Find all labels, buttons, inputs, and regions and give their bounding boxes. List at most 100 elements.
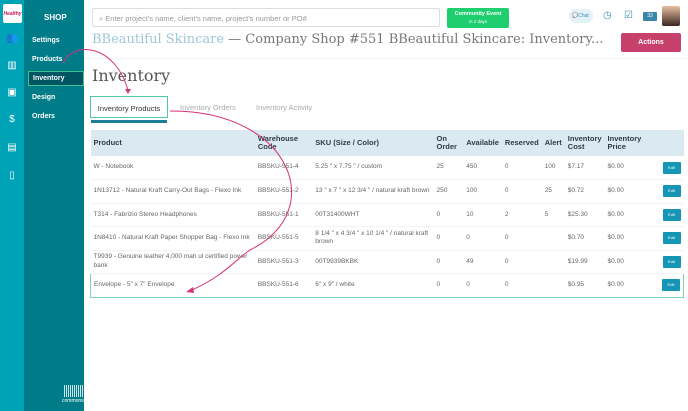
table-cell: BBSKU-551-4	[254, 156, 313, 180]
table-cell: $0.70	[564, 226, 605, 251]
table-cell: 5.25 " x 7.75 " / custom	[312, 156, 434, 180]
column-header[interactable]: Reserved	[501, 130, 542, 156]
table-cell: 0	[501, 250, 542, 274]
table-cell: 13 " x 7 " x 12 3/4 " / natural kraft br…	[312, 179, 434, 204]
table-cell: 25	[541, 179, 565, 204]
table-cell: 00T31400WHT	[312, 203, 434, 227]
community-event-button[interactable]: Community Event in 2 days	[447, 8, 509, 28]
table-cell: 0	[433, 203, 464, 227]
edit-cell: Edit	[646, 226, 684, 251]
table-row: 1N8410 - Natural Kraft Paper Shopper Bag…	[90, 226, 684, 251]
page-heading: BBeautiful Skincare — Company Shop #551 …	[92, 32, 604, 47]
icon-rail: Healthy 👥 ▥ ▣ $ ▤ ▯	[0, 0, 24, 411]
page-title: Inventory	[92, 66, 171, 85]
table-cell: 0	[463, 273, 502, 298]
edit-button[interactable]: Edit	[662, 185, 681, 198]
book-icon[interactable]: ▯	[6, 170, 18, 182]
column-header[interactable]: Product	[90, 130, 255, 156]
chart-icon[interactable]: ▥	[6, 60, 18, 72]
column-header[interactable]: Inventory Cost	[564, 130, 605, 156]
edit-button[interactable]: Edit	[662, 255, 681, 268]
table-row: 1N13712 - Natural Kraft Carry-Out Bags -…	[90, 179, 684, 204]
edit-cell: Edit	[646, 156, 684, 180]
table-cell: BBSKU-551-3	[254, 250, 313, 274]
chat-button[interactable]: 💬Chat	[569, 9, 593, 23]
edit-cell: Edit	[646, 203, 684, 227]
table-cell: 100	[463, 179, 502, 204]
column-header[interactable]: Alert	[541, 130, 565, 156]
nav-products[interactable]: Products	[32, 56, 62, 63]
edit-button[interactable]: Edit	[662, 232, 681, 245]
column-header[interactable]: On Order	[433, 130, 464, 156]
nav-orders[interactable]: Orders	[32, 113, 55, 120]
edit-button[interactable]: Edit	[662, 208, 681, 221]
table-cell: BBSKU-551-6	[254, 273, 313, 298]
table-cell: 0	[501, 156, 542, 180]
tab-inventory-products[interactable]: Inventory Products	[90, 96, 168, 118]
table-cell: 100	[541, 156, 565, 180]
calendar-icon[interactable]: ▣	[6, 87, 18, 99]
table-cell: 25	[433, 156, 464, 180]
table-cell: Envelope - 5" x 7" Envelope	[89, 273, 255, 298]
table-cell: 10	[463, 203, 502, 227]
table-cell: 0	[501, 273, 542, 298]
edit-button[interactable]: Edit	[662, 279, 680, 292]
table-cell: 0	[433, 226, 464, 251]
client-link[interactable]: BBeautiful Skincare	[92, 32, 224, 47]
table-cell	[541, 226, 565, 251]
table-row: W - Notebook BBSKU-551-4 5.25 " x 7.75 " /…	[90, 156, 684, 180]
building-icon[interactable]: ▤	[6, 142, 18, 154]
company-logo[interactable]: Healthy	[3, 4, 22, 23]
table-cell: 0	[463, 226, 502, 251]
table-cell: BBSKU-551-1	[254, 203, 313, 227]
inventory-table: Product Warehouse Code SKU (Size / Color) O…	[89, 130, 684, 298]
tab-inventory-activity[interactable]: Inventory Activity	[256, 96, 312, 118]
table-cell: $25.30	[564, 203, 605, 227]
nav-design[interactable]: Design	[32, 94, 55, 101]
column-header[interactable]: Inventory Price	[604, 130, 647, 156]
column-header[interactable]: Warehouse Code	[254, 130, 313, 156]
column-header[interactable]: Available	[463, 130, 502, 156]
table-cell: W - Notebook	[90, 156, 255, 180]
divider	[84, 58, 688, 59]
table-cell: 5	[541, 203, 565, 227]
table-cell: 8 1/4 " x 4 3/4 " x 10 1/4 " / natural k…	[312, 226, 434, 251]
commonsku-logo	[64, 385, 94, 397]
table-cell: 0	[501, 226, 542, 251]
notifications-badge[interactable]: 33	[643, 12, 657, 21]
users-icon[interactable]: 👥	[6, 33, 18, 45]
avatar[interactable]	[662, 6, 680, 26]
table-cell: $7.17	[564, 156, 605, 180]
actions-button[interactable]: Actions	[621, 33, 681, 52]
table-cell: $0.00	[604, 250, 647, 274]
dollar-icon[interactable]: $	[6, 114, 18, 126]
tasks-icon[interactable]: ☑	[624, 10, 633, 21]
shop-nav: SHOP Settings Products Inventory Design …	[24, 0, 94, 411]
table-cell: $19.99	[564, 250, 605, 274]
table-cell: 250	[433, 179, 464, 204]
table-cell: $0.95	[564, 273, 605, 298]
table-cell: T314 - Fabrizio Stereo Headphones	[90, 203, 255, 227]
table-cell	[541, 273, 565, 298]
table-cell: BBSKU-551-5	[254, 226, 313, 251]
table-cell: 0	[433, 273, 464, 298]
clock-icon[interactable]: ◷	[603, 10, 612, 21]
edit-button[interactable]: Edit	[662, 161, 681, 174]
table-row: T9939 - Genuine leather 4,000 mah ul cer…	[90, 250, 684, 274]
table-cell: $0.00	[604, 273, 647, 298]
nav-title: SHOP	[44, 13, 67, 22]
column-header[interactable]: SKU (Size / Color)	[312, 130, 434, 156]
table-cell: 0	[501, 179, 542, 204]
table-cell	[541, 250, 565, 274]
tab-inventory-orders[interactable]: Inventory Orders	[180, 96, 236, 118]
nav-settings[interactable]: Settings	[32, 37, 60, 44]
table-cell: 00T9939BKBK	[312, 250, 434, 274]
table-cell: 2	[501, 203, 542, 227]
table-row: T314 - Fabrizio Stereo Headphones BBSKU-5…	[90, 203, 684, 227]
search-input[interactable]: ⌕ Enter project's name, client's name, p…	[92, 8, 440, 27]
active-tab-indicator	[91, 120, 167, 123]
table-cell: 49	[463, 250, 502, 274]
table-cell: $0.00	[604, 179, 647, 204]
nav-inventory[interactable]: Inventory	[28, 71, 84, 86]
column-header[interactable]	[646, 130, 684, 156]
